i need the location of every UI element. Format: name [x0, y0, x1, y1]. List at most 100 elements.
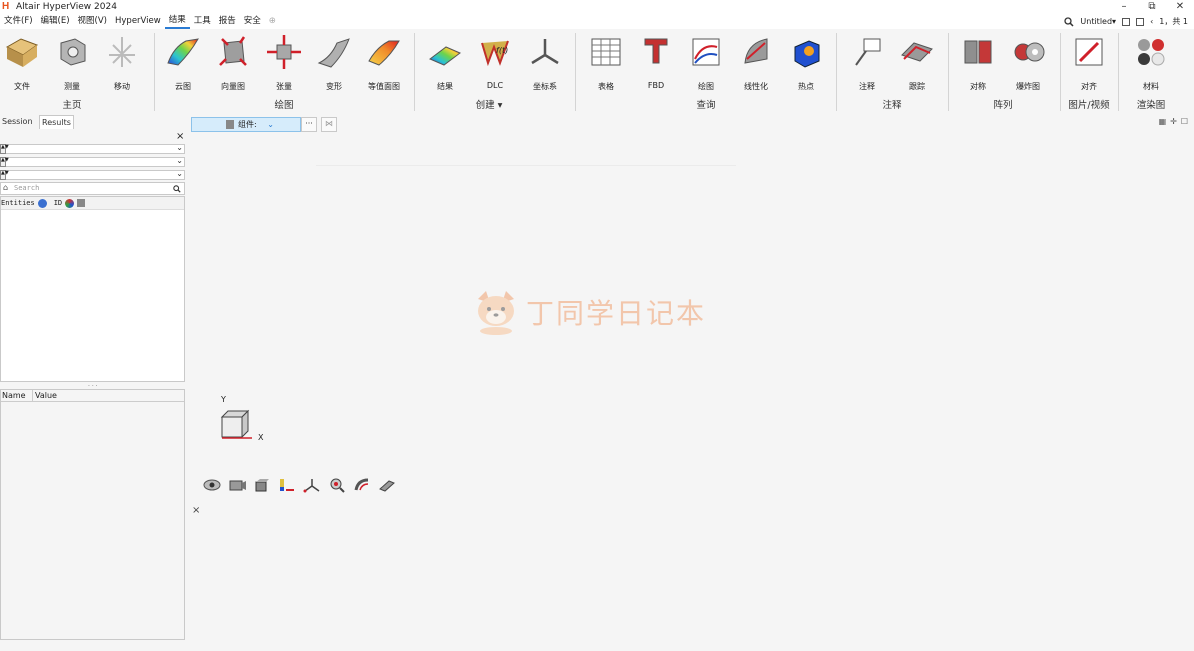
info-icon[interactable] [37, 198, 47, 208]
graphics-viewport[interactable]: 组件: ⌄ ··· ⋈ ▦ ✛ ☐ 丁同学日记本 Y X × [186, 115, 1194, 650]
session-name-dropdown[interactable]: Untitled▾ [1080, 17, 1116, 26]
axes-icon[interactable] [302, 477, 322, 493]
component-selector[interactable]: 组件: ⌄ [191, 117, 301, 132]
plot-button[interactable]: 绘图 [680, 33, 732, 91]
note-icon [855, 38, 881, 66]
fbd-button[interactable]: FBD [630, 33, 682, 91]
group-separator [154, 33, 155, 111]
deform-icon [317, 38, 350, 68]
section-icon[interactable] [352, 477, 372, 493]
more-options-button[interactable]: ··· [301, 117, 317, 132]
watermark: 丁同学日记本 [472, 289, 706, 335]
close-toolbar-icon[interactable]: × [192, 505, 200, 516]
new-page-icon[interactable] [1122, 17, 1131, 26]
view-cube-icon[interactable] [218, 407, 252, 441]
load-arrows-icon[interactable]: ▲▼ [0, 144, 9, 154]
vector-button[interactable]: 向量图 [207, 33, 259, 91]
menu-hyperview[interactable]: HyperView [111, 14, 165, 29]
result-button[interactable]: 结果 [419, 33, 471, 91]
track-button[interactable]: 跟踪 [891, 33, 943, 91]
entity-list[interactable]: Entities ID [0, 196, 185, 382]
deform-button[interactable]: 变形 [308, 33, 360, 91]
group-create-label[interactable]: 创建 ▾ [476, 97, 503, 111]
zoom-icon[interactable] [327, 477, 347, 493]
menu-report[interactable]: 报告 [215, 14, 240, 29]
minimize-button[interactable]: – [1110, 0, 1138, 14]
eye-icon[interactable] [202, 477, 222, 493]
file-icon [5, 38, 39, 67]
menu-results[interactable]: 结果 [164, 14, 190, 29]
fbd-icon [644, 38, 668, 64]
load-arrows-icon[interactable]: ▲▼ [0, 170, 9, 180]
close-panel-icon[interactable]: × [176, 131, 184, 142]
move-button[interactable]: 移动 [96, 33, 148, 91]
menu-view[interactable]: 视图(V) [74, 14, 111, 29]
search-icon[interactable] [173, 185, 181, 193]
search-bar: ⌂ Search [0, 182, 185, 195]
chevron-down-icon: ⌄ [176, 143, 183, 152]
simulation-dropdown[interactable]: ▲▼ ⌄ [0, 169, 185, 180]
group-array-label: 阵列 [993, 100, 1013, 111]
isosurface-button[interactable]: 等值面图 [358, 33, 410, 91]
filter-icon[interactable]: ⋈ [321, 117, 337, 132]
search-icon[interactable] [1064, 16, 1074, 27]
axis-triad: Y X [214, 393, 284, 453]
axis-x-label: X [258, 433, 264, 442]
maximize-button[interactable]: ⧉ [1138, 0, 1166, 14]
measure-button[interactable]: 测量 [46, 33, 98, 91]
menu-file[interactable]: 文件(F) [0, 14, 37, 29]
menu-bar: 文件(F) 编辑(E) 视图(V) HyperView 结果 工具 报告 安全 … [0, 14, 1194, 29]
result-icon [429, 46, 461, 66]
hotspot-button[interactable]: 热点 [780, 33, 832, 91]
coordinate-system-icon [531, 39, 559, 65]
coord-system-button[interactable]: 坐标系 [519, 33, 571, 91]
grid-icon[interactable]: ▦ [1159, 117, 1167, 126]
explode-button[interactable]: 爆炸图 [1002, 33, 1054, 91]
align-button[interactable]: 对齐 [1063, 33, 1115, 91]
column-name[interactable]: Name [1, 390, 33, 401]
result-file-dropdown[interactable]: ▲▼ ⌄ [0, 143, 185, 154]
cube-icon[interactable] [252, 477, 272, 493]
menu-edit[interactable]: 编辑(E) [37, 14, 74, 29]
home-icon[interactable]: ⌂ [3, 183, 8, 192]
linearize-button[interactable]: 线性化 [730, 33, 782, 91]
column-entities[interactable]: Entities [1, 199, 35, 207]
symmetry-button[interactable]: 对称 [952, 33, 1004, 91]
note-button[interactable]: 注释 [841, 33, 893, 91]
tab-session[interactable]: Session [0, 115, 35, 129]
color-icon[interactable] [65, 198, 75, 208]
file-button[interactable]: 文件 [0, 33, 48, 91]
pan-icon[interactable]: ✛ [1170, 117, 1177, 126]
clip-icon[interactable] [377, 477, 397, 493]
group-home-label: 主页 [62, 100, 82, 111]
group-draw-label: 绘图 [274, 100, 294, 111]
menu-safety[interactable]: 安全 [240, 14, 265, 29]
tab-results[interactable]: Results [39, 115, 74, 129]
search-input[interactable]: Search [14, 184, 39, 192]
close-window-button[interactable]: ✕ [1166, 0, 1194, 14]
maximize-viewport-icon[interactable]: ☐ [1181, 117, 1188, 126]
subcase-dropdown[interactable]: ▲▼ ⌄ [0, 156, 185, 167]
align-icon [1075, 38, 1103, 66]
contour-button[interactable]: 云图 [157, 33, 209, 91]
material-button[interactable]: 材料 [1125, 33, 1177, 91]
tensor-button[interactable]: 张量 [258, 33, 310, 91]
load-arrows-icon[interactable]: ▲▼ [0, 157, 9, 167]
legend-icon[interactable] [277, 477, 297, 493]
table-button[interactable]: 表格 [580, 33, 632, 91]
plot-icon [692, 38, 720, 66]
page-layout-icon[interactable] [1136, 17, 1145, 26]
prev-page-icon[interactable]: ‹ [1150, 17, 1153, 26]
visibility-icon[interactable] [77, 199, 86, 207]
group-separator [1060, 33, 1061, 111]
isosurface-icon [368, 40, 400, 66]
camera-icon[interactable] [227, 477, 247, 493]
group-separator [1118, 33, 1119, 111]
column-value[interactable]: Value [33, 390, 57, 401]
add-menu-icon[interactable]: ⊕ [265, 14, 280, 29]
menu-tools[interactable]: 工具 [190, 14, 215, 29]
column-id[interactable]: ID [54, 199, 62, 207]
dlc-button[interactable]: f(t) DLC [469, 33, 521, 91]
view-toolbar [202, 477, 397, 493]
group-render-label: 渲染图 [1136, 100, 1166, 111]
